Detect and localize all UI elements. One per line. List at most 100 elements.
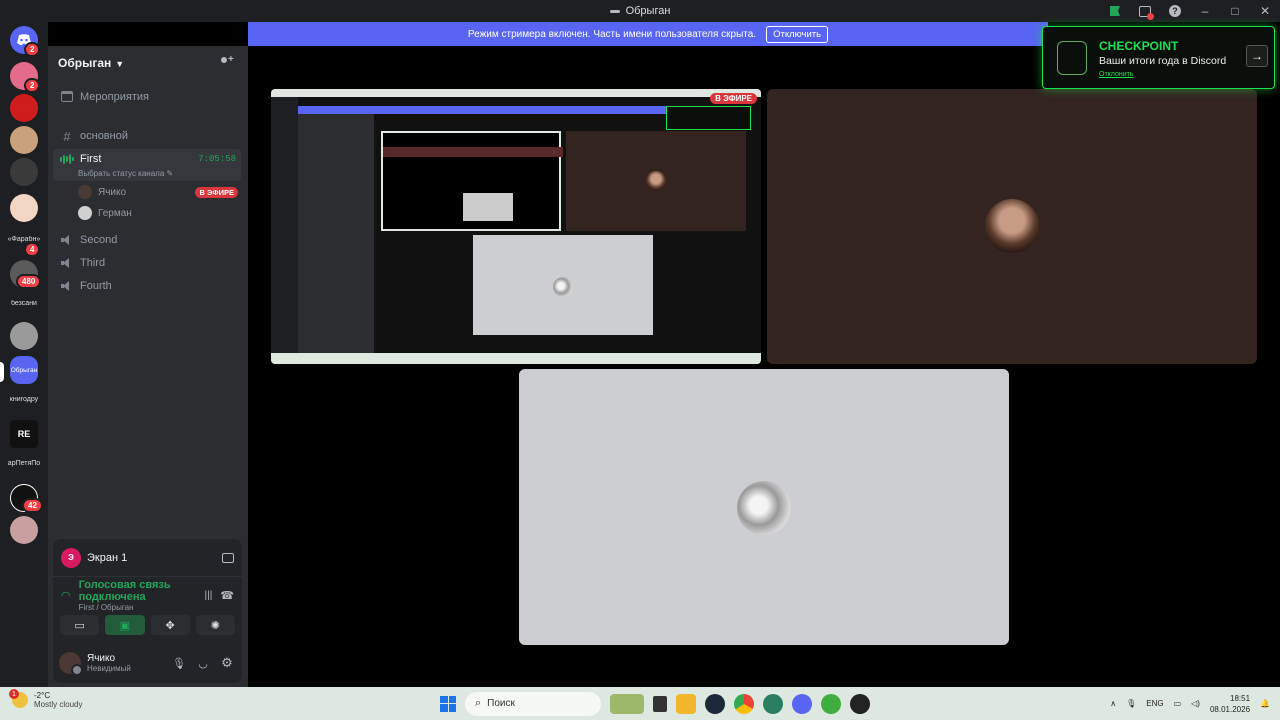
server-badge: 480 xyxy=(16,274,42,289)
voice-status[interactable]: Голосовая связь подключена xyxy=(79,579,197,603)
server-icon[interactable] xyxy=(10,94,38,122)
voice-member[interactable]: Герман xyxy=(78,203,238,223)
signal-icon[interactable]: ◠ xyxy=(61,589,71,602)
participant-tile[interactable] xyxy=(767,89,1257,364)
server-icon[interactable] xyxy=(10,194,38,222)
help-icon[interactable]: ? xyxy=(1160,0,1190,22)
volume-icon[interactable]: ◁) xyxy=(1191,699,1200,708)
activities-button[interactable]: ✥ xyxy=(150,615,190,635)
steam-icon[interactable] xyxy=(705,693,725,714)
nested-checkpoint xyxy=(666,106,751,130)
language-indicator[interactable]: ENG xyxy=(1146,699,1163,708)
browser-icon[interactable] xyxy=(763,693,783,714)
chrome-icon[interactable] xyxy=(734,693,754,714)
network-icon[interactable]: ▭ xyxy=(1174,699,1182,708)
server-badge: 42 xyxy=(22,498,43,513)
weather-badge: 1 xyxy=(9,689,19,699)
channel-status-hint[interactable]: Выбрать статус канала ✎ xyxy=(78,169,173,178)
checkpoint-logo-icon xyxy=(1057,41,1087,75)
screen-share-button[interactable]: ▣ xyxy=(105,615,145,635)
arrow-right-icon[interactable]: → xyxy=(1246,45,1268,67)
noise-suppression-icon[interactable]: ||| xyxy=(205,590,213,601)
mic-icon[interactable]: 🎙 xyxy=(170,657,188,670)
flag-icon[interactable] xyxy=(1100,0,1130,22)
text-channel-item[interactable]: # основной xyxy=(56,125,242,147)
task-view-icon[interactable] xyxy=(653,695,667,712)
participant-tile[interactable] xyxy=(519,369,1009,645)
events-label: Мероприятия xyxy=(80,91,149,103)
widget-image-icon[interactable] xyxy=(610,693,644,714)
voice-member[interactable]: Ячико В ЭФИРЕ xyxy=(78,182,238,202)
voice-channel-item[interactable]: Fourth xyxy=(56,275,242,297)
voice-channel-active[interactable]: First 7:05:58 Выбрать статус канала ✎ xyxy=(53,149,241,181)
speaker-icon xyxy=(60,279,74,294)
disable-streamer-mode-button[interactable]: Отключить xyxy=(766,25,829,43)
clock-time: 18:51 xyxy=(1230,693,1251,703)
server-icon[interactable]: RE xyxy=(10,420,38,448)
server-icon[interactable] xyxy=(10,322,38,350)
discord-icon[interactable] xyxy=(792,693,812,714)
screen-share-row: Э Экран 1 xyxy=(53,539,242,577)
voice-channel-item[interactable]: Second xyxy=(56,229,242,251)
file-explorer-icon[interactable] xyxy=(676,693,696,714)
app-icon[interactable] xyxy=(850,693,870,714)
phone-hangup-icon[interactable]: ☎ xyxy=(220,589,234,602)
server-icon-selected[interactable]: Обрыган xyxy=(10,356,38,384)
soundboard-icon: ✺ xyxy=(210,619,220,632)
nested-server-rail xyxy=(271,97,298,357)
guild-header[interactable]: Обрыган ▼ xyxy=(48,46,248,80)
nested-camera-tile xyxy=(566,131,746,231)
soundboard-button[interactable]: ✺ xyxy=(195,615,235,635)
search-icon: ⌕ xyxy=(475,697,482,709)
notifications-icon[interactable]: 🔔 xyxy=(1260,699,1270,708)
weather-description: Mostly cloudy xyxy=(34,700,83,709)
stream-tile[interactable]: В ЭФИРЕ xyxy=(271,89,761,364)
hash-icon: # xyxy=(63,128,71,144)
live-badge: В ЭФИРЕ xyxy=(195,186,238,198)
server-label[interactable]: книгодру xyxy=(2,396,46,403)
server-icon[interactable] xyxy=(10,158,38,186)
speaker-icon xyxy=(60,233,74,248)
stop-stream-icon[interactable] xyxy=(222,552,234,563)
weather-widget[interactable]: 1 -2°C Mostly cloudy xyxy=(9,689,83,709)
checkpoint-dismiss-link[interactable]: Отклонить xyxy=(1099,71,1133,78)
add-user-icon[interactable] xyxy=(220,54,234,69)
taskbar-search[interactable]: ⌕ Поиск xyxy=(465,691,601,716)
utorrent-icon[interactable] xyxy=(821,693,841,714)
events-item[interactable]: Мероприятия xyxy=(56,86,242,108)
streamer-mode-banner: Режим стримера включен. Часть имени поль… xyxy=(248,22,1048,46)
title-bar: Обрыган ? – □ ✕ xyxy=(0,0,1280,22)
checkpoint-popup[interactable]: CHECKPOINT Ваши итоги года в Discord Отк… xyxy=(1042,26,1275,89)
streamer-mode-text: Режим стримера включен. Часть имени поль… xyxy=(467,28,757,40)
weather-temperature: -2°C xyxy=(34,691,51,700)
server-icon[interactable] xyxy=(10,516,38,544)
mic-icon[interactable]: 🎙 xyxy=(1126,699,1136,708)
voice-channel-item[interactable]: Third xyxy=(56,252,242,274)
server-icon[interactable] xyxy=(10,126,38,154)
nested-stream-preview xyxy=(381,131,563,231)
inbox-icon[interactable] xyxy=(1130,0,1160,22)
calendar-icon xyxy=(60,90,74,105)
weather-icon: 1 xyxy=(9,689,28,708)
server-rail: 2 2 «Фарабн» 4 480 безсани Обрыган книго… xyxy=(0,22,48,687)
server-label[interactable]: безсани xyxy=(2,300,46,307)
title-bar-controls: ? – □ ✕ xyxy=(1100,0,1280,22)
server-label[interactable]: арПетяПо xyxy=(2,460,46,467)
avatar[interactable] xyxy=(59,652,83,676)
voice-channel-name: Fourth xyxy=(80,280,112,292)
close-button[interactable]: ✕ xyxy=(1250,0,1280,22)
windows-start-icon[interactable] xyxy=(440,695,456,712)
server-label[interactable]: «Фарабн» xyxy=(2,236,46,243)
maximize-button[interactable]: □ xyxy=(1220,0,1250,22)
live-badge: В ЭФИРЕ xyxy=(710,93,757,104)
camera-button[interactable]: ▭ xyxy=(60,615,100,635)
chevron-up-icon[interactable]: ∧ xyxy=(1110,699,1116,708)
voice-location[interactable]: First / Обрыган xyxy=(79,603,197,612)
headphones-icon[interactable]: ◡ xyxy=(194,657,212,670)
user-status[interactable]: Невидимый xyxy=(87,664,164,673)
clock[interactable]: 18:51 08.01.2026 xyxy=(1210,693,1250,715)
taskbar-apps: ⌕ Поиск xyxy=(440,691,870,716)
gear-icon[interactable]: ⚙ xyxy=(218,655,236,671)
user-name[interactable]: Ячико xyxy=(87,653,164,664)
minimize-button[interactable]: – xyxy=(1190,0,1220,22)
